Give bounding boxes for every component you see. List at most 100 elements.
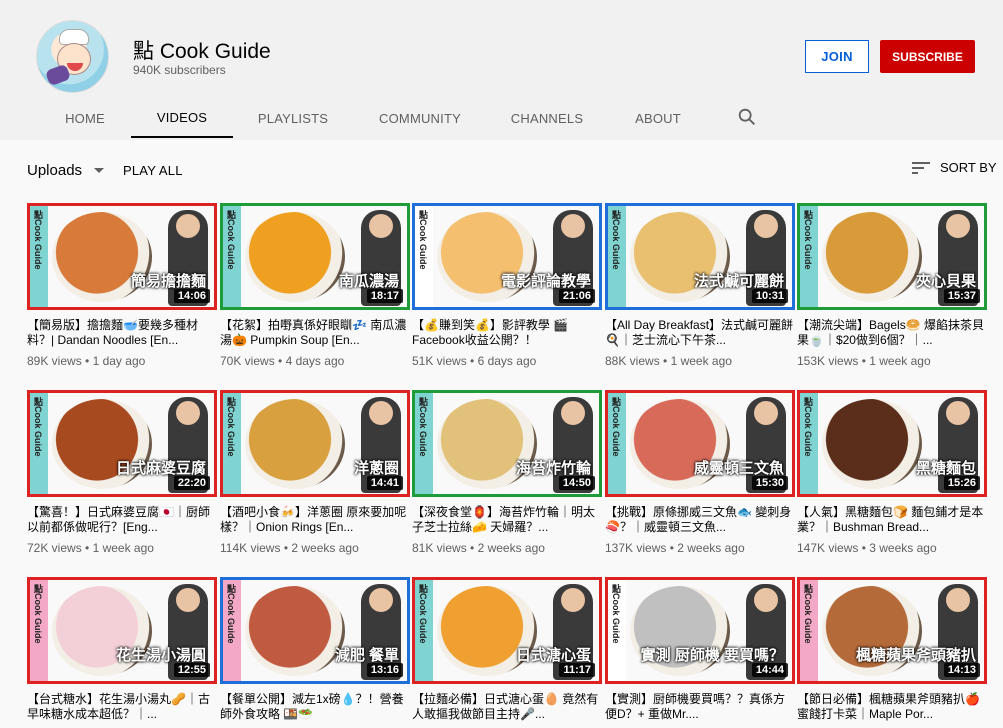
brand-strip: 點Cook Guide: [800, 206, 818, 307]
meta-separator: •: [466, 541, 478, 555]
join-button[interactable]: JOIN: [805, 40, 869, 73]
view-count: 88K views: [605, 354, 660, 368]
video-card[interactable]: 點Cook Guide 花生湯小湯圓 12:55 【台式糖水】花生湯小湯丸🥜｜古…: [27, 577, 217, 728]
video-card[interactable]: 點Cook Guide 電影評論教學 21:06 【💰賺到笑💰】影評教學 🎬 F…: [412, 203, 602, 368]
video-duration: 14:06: [173, 289, 210, 303]
video-duration: 14:44: [751, 663, 788, 677]
video-card[interactable]: 點Cook Guide 法式鹹可麗餅 10:31 【All Day Breakf…: [605, 203, 795, 368]
uploads-dropdown[interactable]: Uploads: [27, 162, 105, 179]
upload-age: 4 days ago: [285, 354, 345, 368]
brand-strip: 點Cook Guide: [608, 393, 626, 494]
brand-strip: 點Cook Guide: [800, 580, 818, 681]
video-duration: 22:20: [173, 476, 210, 490]
video-card[interactable]: 點Cook Guide 日式麻婆豆腐 22:20 【驚喜！】日式麻婆豆腐🇯🇵｜厨…: [27, 390, 217, 555]
play-all-button[interactable]: PLAY ALL: [123, 163, 183, 178]
video-meta: 81K views • 2 weeks ago: [412, 541, 602, 555]
video-thumbnail[interactable]: 點Cook Guide 實測 厨師機 要買嗎？ 14:44: [605, 577, 795, 684]
video-title[interactable]: 【挑戰】原條挪威三文魚🐟 變刺身🍣？｜威靈頓三文魚...: [605, 505, 795, 535]
video-card[interactable]: 點Cook Guide 實測 厨師機 要買嗎？ 14:44 【實測】厨師機要買嗎…: [605, 577, 795, 728]
video-duration: 13:16: [366, 663, 403, 677]
meta-separator: •: [81, 541, 93, 555]
video-duration: 11:17: [559, 663, 595, 677]
video-duration: 10:31: [751, 289, 788, 303]
channel-tabs: HOME VIDEOS PLAYLISTS COMMUNITY CHANNELS…: [0, 98, 1003, 138]
channel-avatar[interactable]: [36, 20, 109, 93]
food-image: [245, 212, 345, 302]
sort-by-button[interactable]: SORT BY: [912, 160, 997, 175]
tab-home[interactable]: HOME: [52, 98, 118, 138]
video-title[interactable]: 【簡易版】擔擔麵🥣要幾多種材料？| Dandan Noodles [En...: [27, 318, 217, 348]
meta-separator: •: [666, 541, 678, 555]
brand-strip: 點Cook Guide: [608, 580, 626, 681]
sort-icon: [912, 161, 930, 174]
video-card[interactable]: 點Cook Guide 威靈頓三文魚 15:30 【挑戰】原條挪威三文魚🐟 變刺…: [605, 390, 795, 555]
thumbnail-caption: 電影評論教學: [500, 273, 591, 290]
video-title[interactable]: 【潮流尖端】Bagels🥯 爆餡抹茶貝果🍵｜$20做到6個？｜...: [797, 318, 987, 348]
video-title[interactable]: 【All Day Breakfast】法式鹹可麗餅 🍳｜芝士流心下午茶...: [605, 318, 795, 348]
video-card[interactable]: 點Cook Guide 海苔炸竹輪 14:50 【深夜食堂🏮】海苔炸竹輪｜明太子…: [412, 390, 602, 555]
video-title[interactable]: 【節日必備】楓糖蘋果斧頭豬扒🍎蜜餞打卡菜｜Maple Por...: [797, 692, 987, 722]
brand-strip: 點Cook Guide: [223, 580, 241, 681]
uploads-label: Uploads: [27, 162, 83, 179]
tab-about[interactable]: ABOUT: [624, 98, 692, 138]
video-title[interactable]: 【人氣】黑糖麵包🍞 麵包鋪才是本業？｜Bushman Bread...: [797, 505, 987, 535]
search-icon[interactable]: [736, 106, 758, 128]
tab-playlists[interactable]: PLAYLISTS: [249, 98, 337, 138]
upload-age: 1 week ago: [869, 354, 931, 368]
view-count: 51K views: [412, 354, 467, 368]
tab-channels[interactable]: CHANNELS: [502, 98, 592, 138]
video-thumbnail[interactable]: 點Cook Guide 日式溏心蛋 11:17: [412, 577, 602, 684]
video-card[interactable]: 點Cook Guide 南瓜濃湯 18:17 【花絮】拍嘢真係好眼瞓💤 南瓜濃湯…: [220, 203, 410, 368]
video-thumbnail[interactable]: 點Cook Guide 花生湯小湯圓 12:55: [27, 577, 217, 684]
thumbnail-caption: 南瓜濃湯: [338, 273, 399, 290]
video-title[interactable]: 【花絮】拍嘢真係好眼瞓💤 南瓜濃湯🎃 Pumpkin Soup [En...: [220, 318, 410, 348]
video-thumbnail[interactable]: 點Cook Guide 夾心貝果 15:37: [797, 203, 987, 310]
meta-separator: •: [280, 541, 292, 555]
video-card[interactable]: 點Cook Guide 楓糖蘋果斧頭豬扒 14:13 【節日必備】楓糖蘋果斧頭豬…: [797, 577, 987, 728]
video-thumbnail[interactable]: 點Cook Guide 電影評論教學 21:06: [412, 203, 602, 310]
video-title[interactable]: 【💰賺到笑💰】影評教學 🎬 Facebook收益公開？！: [412, 318, 602, 348]
video-meta: 89K views • 1 day ago: [27, 354, 217, 368]
thumbnail-caption: 實測 厨師機 要買嗎？: [640, 647, 784, 664]
video-card[interactable]: 點Cook Guide 洋蔥圈 14:41 【酒吧小食🍻】洋蔥圈 原來要加呢樣？…: [220, 390, 410, 555]
video-duration: 14:50: [558, 476, 595, 490]
video-card[interactable]: 點Cook Guide 簡易擔擔麵 14:06 【簡易版】擔擔麵🥣要幾多種材料？…: [27, 203, 217, 368]
upload-age: 2 weeks ago: [477, 541, 545, 555]
upload-age: 2 weeks ago: [677, 541, 745, 555]
video-card[interactable]: 點Cook Guide 夾心貝果 15:37 【潮流尖端】Bagels🥯 爆餡抹…: [797, 203, 987, 368]
video-thumbnail[interactable]: 點Cook Guide 減肥 餐單 13:16: [220, 577, 410, 684]
subscriber-count: 940K subscribers: [133, 63, 226, 77]
caret-down-icon: [94, 168, 105, 173]
video-card[interactable]: 點Cook Guide 日式溏心蛋 11:17 【拉麵必備】日式溏心蛋🥚 竟然有…: [412, 577, 602, 728]
video-title[interactable]: 【台式糖水】花生湯小湯丸🥜｜古早味糖水成本超低？｜...: [27, 692, 217, 722]
video-title[interactable]: 【餐單公開】減左1x磅💧？！營養師外食攻略 🍱🥗: [220, 692, 410, 722]
video-thumbnail[interactable]: 點Cook Guide 南瓜濃湯 18:17: [220, 203, 410, 310]
video-thumbnail[interactable]: 點Cook Guide 簡易擔擔麵 14:06: [27, 203, 217, 310]
video-thumbnail[interactable]: 點Cook Guide 洋蔥圈 14:41: [220, 390, 410, 497]
video-thumbnail[interactable]: 點Cook Guide 海苔炸竹輪 14:50: [412, 390, 602, 497]
video-duration: 12:55: [173, 663, 210, 677]
video-title[interactable]: 【酒吧小食🍻】洋蔥圈 原來要加呢樣？｜Onion Rings [En...: [220, 505, 410, 535]
video-title[interactable]: 【拉麵必備】日式溏心蛋🥚 竟然有人敢摳我做節目主持🎤...: [412, 692, 602, 722]
video-title[interactable]: 【驚喜！】日式麻婆豆腐🇯🇵｜厨師以前都係做呢行？[Eng...: [27, 505, 217, 535]
video-thumbnail[interactable]: 點Cook Guide 日式麻婆豆腐 22:20: [27, 390, 217, 497]
video-thumbnail[interactable]: 點Cook Guide 法式鹹可麗餅 10:31: [605, 203, 795, 310]
video-meta: 153K views • 1 week ago: [797, 354, 987, 368]
video-thumbnail[interactable]: 點Cook Guide 威靈頓三文魚 15:30: [605, 390, 795, 497]
video-thumbnail[interactable]: 點Cook Guide 楓糖蘋果斧頭豬扒 14:13: [797, 577, 987, 684]
video-title[interactable]: 【實測】厨師機要買嗎？？真係方便D？+ 重做Mr....: [605, 692, 795, 722]
video-card[interactable]: 點Cook Guide 黑糖麵包 15:26 【人氣】黑糖麵包🍞 麵包鋪才是本業…: [797, 390, 987, 555]
view-count: 72K views: [27, 541, 82, 555]
view-count: 147K views: [797, 541, 859, 555]
tab-community[interactable]: COMMUNITY: [370, 98, 470, 138]
view-count: 114K views: [220, 541, 281, 555]
thumbnail-caption: 減肥 餐單: [334, 647, 399, 664]
tab-videos[interactable]: VIDEOS: [131, 98, 233, 138]
upload-age: 1 week ago: [670, 354, 732, 368]
brand-strip: 點Cook Guide: [30, 206, 48, 307]
video-title[interactable]: 【深夜食堂🏮】海苔炸竹輪｜明太子芝士拉絲🧀 天婦羅？...: [412, 505, 602, 535]
video-card[interactable]: 點Cook Guide 減肥 餐單 13:16 【餐單公開】減左1x磅💧？！營養…: [220, 577, 410, 728]
subscribe-button[interactable]: SUBSCRIBE: [880, 40, 975, 73]
food-image: [245, 586, 345, 676]
video-thumbnail[interactable]: 點Cook Guide 黑糖麵包 15:26: [797, 390, 987, 497]
